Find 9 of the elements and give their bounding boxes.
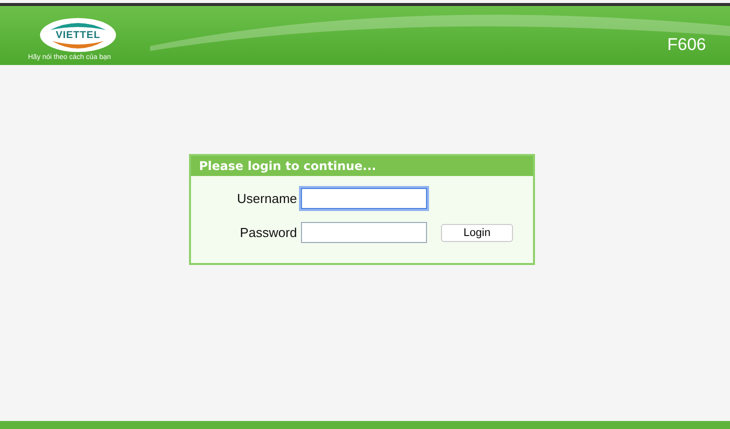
input-field[interactable] bbox=[301, 222, 427, 243]
field-label: Password bbox=[238, 225, 297, 240]
swoosh-icon bbox=[50, 23, 106, 49]
logo-text: VIETTEL bbox=[56, 30, 100, 40]
field-label: Username bbox=[236, 191, 297, 206]
model-name: F606 bbox=[667, 35, 706, 55]
login-button[interactable]: Login bbox=[441, 224, 513, 242]
panel-title: Please login to continue... bbox=[191, 156, 533, 176]
input-field[interactable] bbox=[301, 188, 427, 209]
